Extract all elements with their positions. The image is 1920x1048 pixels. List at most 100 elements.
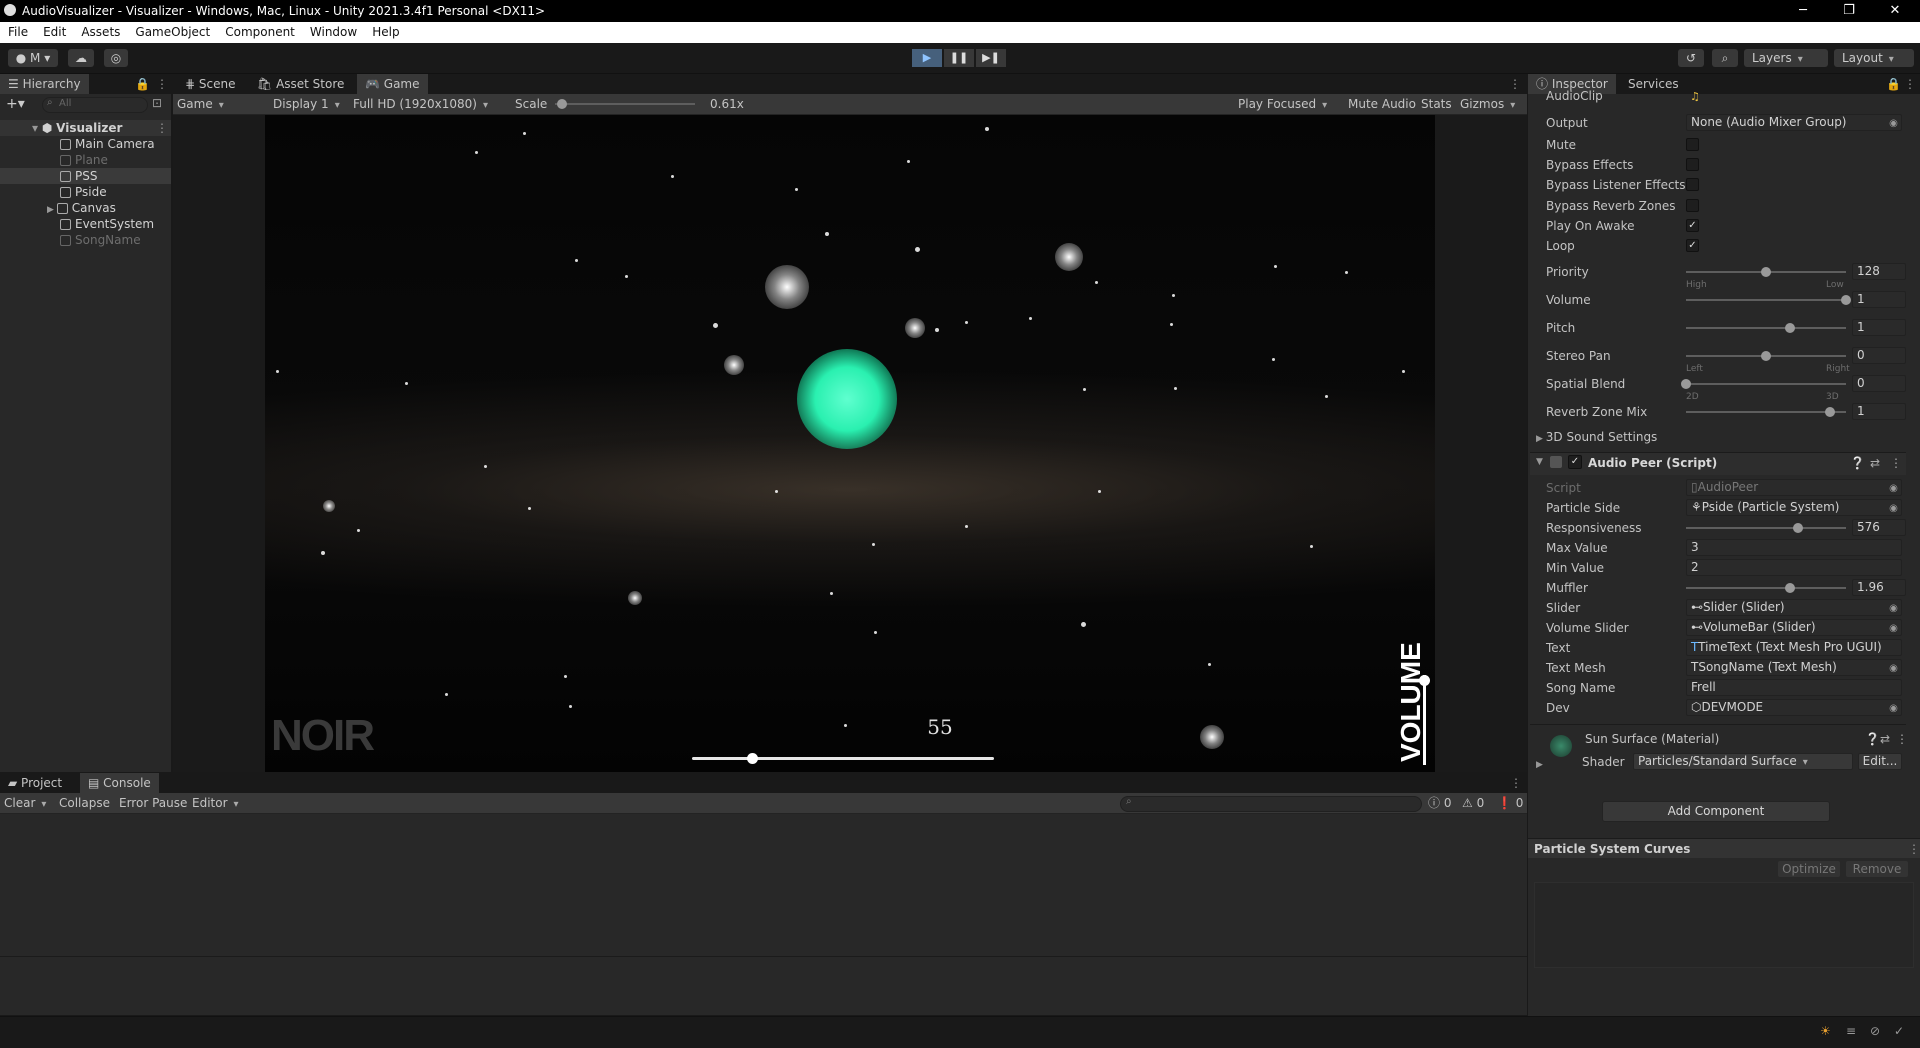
cloud-icon[interactable]: ☁ bbox=[68, 49, 94, 67]
song-progress-knob[interactable] bbox=[747, 753, 759, 764]
tab-hierarchy[interactable]: ☰ Hierarchy bbox=[0, 74, 89, 94]
slider-knob[interactable] bbox=[1793, 523, 1803, 533]
volume-slider[interactable] bbox=[1419, 674, 1430, 765]
play-button[interactable]: ▶ bbox=[912, 49, 942, 67]
checkbox[interactable] bbox=[1686, 138, 1699, 151]
console-detail-area[interactable] bbox=[0, 957, 1527, 1015]
tab-asset-store[interactable]: 🛍 Asset Store bbox=[249, 74, 352, 94]
object-picker-icon[interactable]: ◉ bbox=[1886, 701, 1901, 715]
slider-track[interactable] bbox=[1686, 351, 1846, 361]
scale-slider-knob[interactable] bbox=[557, 99, 567, 109]
tab-scene[interactable]: ⋕ Scene bbox=[177, 74, 243, 94]
slider-knob[interactable] bbox=[1825, 407, 1835, 417]
account-button[interactable]: ● M ▾ bbox=[8, 49, 58, 67]
scene-search-icon[interactable]: ⊡ bbox=[152, 96, 162, 110]
muffler-input[interactable]: 1.96 bbox=[1852, 579, 1906, 596]
hierarchy-item[interactable]: EventSystem bbox=[0, 216, 171, 232]
scale-slider[interactable] bbox=[555, 99, 695, 109]
volume-slider-knob[interactable] bbox=[1419, 674, 1430, 686]
menu-file[interactable]: File bbox=[0, 22, 35, 39]
object-picker-icon[interactable]: ◉ bbox=[1886, 661, 1901, 675]
curves-menu-icon[interactable]: ⋮ bbox=[1908, 842, 1920, 856]
hierarchy-item[interactable]: Pside bbox=[0, 184, 171, 200]
slider-knob[interactable] bbox=[1761, 351, 1771, 361]
history-icon[interactable]: ↺ bbox=[1678, 49, 1704, 67]
editor-dropdown[interactable]: Editor bbox=[192, 793, 239, 813]
add-component-button[interactable]: Add Component bbox=[1602, 801, 1830, 822]
menu-help[interactable]: Help bbox=[364, 22, 406, 39]
search-icon[interactable]: ⌕ bbox=[1712, 49, 1738, 67]
stats-toggle[interactable]: Stats bbox=[1421, 94, 1452, 114]
layout-dropdown[interactable]: Layout bbox=[1834, 49, 1914, 67]
mute-audio-toggle[interactable]: Mute Audio bbox=[1348, 94, 1416, 114]
network-icon[interactable]: ⊘ bbox=[1870, 1024, 1880, 1038]
hierarchy-item[interactable]: PSS bbox=[0, 168, 171, 184]
error-pause-toggle[interactable]: Error Pause bbox=[119, 793, 187, 813]
slider-knob[interactable] bbox=[1681, 379, 1691, 389]
slider-value-input[interactable]: 1 bbox=[1852, 319, 1906, 336]
preset-icon[interactable]: ⇄ bbox=[1880, 732, 1890, 746]
slider-track[interactable] bbox=[1681, 379, 1846, 389]
menu-assets[interactable]: Assets bbox=[73, 22, 127, 39]
max-value-input[interactable]: 3 bbox=[1686, 539, 1902, 556]
console-search-input[interactable]: ⌕ bbox=[1120, 796, 1422, 812]
optimize-button[interactable]: Optimize bbox=[1778, 861, 1840, 877]
foldout-arrow-icon[interactable]: ▶ bbox=[1536, 760, 1543, 770]
menu-component[interactable]: Component bbox=[217, 22, 302, 39]
more-icon[interactable]: ⋮ bbox=[156, 77, 168, 91]
slider-knob[interactable] bbox=[1785, 323, 1795, 333]
console-log-area[interactable] bbox=[0, 814, 1527, 957]
maximize-button[interactable]: ❐ bbox=[1826, 0, 1872, 22]
hierarchy-item[interactable]: Main Camera bbox=[0, 136, 171, 152]
lock-icon[interactable]: 🔒 bbox=[1886, 77, 1901, 91]
collab-icon[interactable]: ◎ bbox=[104, 49, 128, 67]
hierarchy-item[interactable]: Plane bbox=[0, 152, 171, 168]
slider-track[interactable] bbox=[1686, 407, 1846, 417]
tab-console[interactable]: ▤ Console bbox=[80, 773, 159, 793]
error-count[interactable]: ❗ 0 bbox=[1497, 793, 1523, 813]
game-viewport[interactable]: 55 VOLUME NOIR bbox=[265, 115, 1435, 772]
help-icon[interactable]: ❔ bbox=[1850, 456, 1865, 470]
help-icon[interactable]: ❔ bbox=[1865, 732, 1880, 746]
responsiveness-slider[interactable] bbox=[1686, 523, 1846, 533]
slider-track[interactable] bbox=[1686, 295, 1851, 305]
tab-project[interactable]: ▰ Project bbox=[0, 773, 70, 793]
expand-arrow-icon[interactable]: ▶ bbox=[47, 205, 57, 215]
hierarchy-item[interactable]: SongName bbox=[0, 232, 171, 248]
object-picker-icon[interactable]: ◉ bbox=[1886, 116, 1901, 130]
resolution-dropdown[interactable]: Full HD (1920x1080) bbox=[353, 94, 488, 114]
material-menu-icon[interactable]: ⋮ bbox=[1896, 732, 1908, 746]
volume-slider-field[interactable]: ⊷VolumeBar (Slider) ◉ bbox=[1686, 619, 1902, 636]
display-dropdown[interactable]: Display 1 bbox=[273, 94, 340, 114]
output-field[interactable]: None (Audio Mixer Group) ◉ bbox=[1686, 114, 1902, 131]
tab-game[interactable]: 🎮 Game bbox=[357, 74, 428, 94]
min-value-input[interactable]: 2 bbox=[1686, 559, 1902, 576]
checkbox[interactable]: ✓ bbox=[1686, 239, 1699, 252]
muffler-slider[interactable] bbox=[1686, 583, 1846, 593]
preset-icon[interactable]: ⇄ bbox=[1870, 456, 1880, 470]
object-picker-icon[interactable]: ◉ bbox=[1886, 601, 1901, 615]
song-name-input[interactable]: Frell bbox=[1686, 679, 1902, 696]
slider-knob[interactable] bbox=[1841, 295, 1851, 305]
collapse-toggle[interactable]: Collapse bbox=[59, 793, 110, 813]
dev-field[interactable]: ⬡DEVMODE ◉ bbox=[1686, 699, 1902, 716]
play-focused-dropdown[interactable]: Play Focused bbox=[1238, 94, 1327, 114]
slider-value-input[interactable]: 128 bbox=[1852, 263, 1906, 280]
component-menu-icon[interactable]: ⋮ bbox=[1890, 456, 1902, 470]
slider-value-input[interactable]: 1 bbox=[1852, 291, 1906, 308]
menu-window[interactable]: Window bbox=[302, 22, 364, 39]
layers-dropdown[interactable]: Layers bbox=[1744, 49, 1828, 67]
lighting-icon[interactable]: ☀ bbox=[1820, 1024, 1831, 1038]
hierarchy-item[interactable]: ▶ Canvas bbox=[0, 200, 171, 216]
shader-edit-button[interactable]: Edit... bbox=[1858, 753, 1902, 770]
slider-value-input[interactable]: 0 bbox=[1852, 347, 1906, 364]
audio-peer-header[interactable]: ▼ ✓ Audio Peer (Script) ❔ ⇄ ⋮ bbox=[1530, 452, 1906, 475]
more-icon[interactable]: ⋮ bbox=[1904, 77, 1916, 91]
song-progress-slider[interactable] bbox=[692, 753, 994, 764]
tab-services[interactable]: Services bbox=[1620, 74, 1687, 94]
minimize-button[interactable]: ─ bbox=[1780, 0, 1826, 22]
gizmos-dropdown[interactable]: Gizmos bbox=[1460, 94, 1515, 114]
component-enabled-checkbox[interactable]: ✓ bbox=[1568, 455, 1582, 469]
remove-button[interactable]: Remove bbox=[1846, 861, 1908, 877]
close-button[interactable]: ✕ bbox=[1872, 0, 1918, 22]
